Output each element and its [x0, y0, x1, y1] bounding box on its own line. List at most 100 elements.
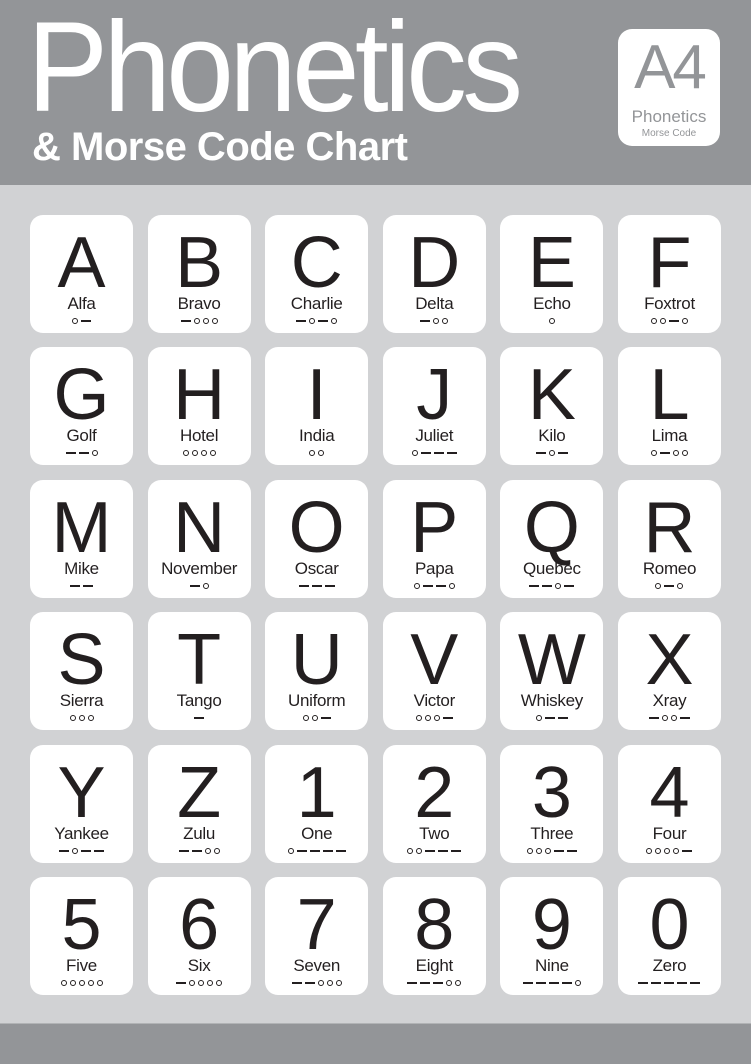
card-codeword: Zulu: [183, 823, 216, 843]
morse-dot-icon: [69, 979, 76, 986]
morse-dot-icon: [677, 582, 684, 589]
morse-dot-icon: [555, 582, 562, 589]
card-character: M: [51, 487, 112, 568]
card-character: U: [290, 620, 343, 701]
card-character: 9: [531, 884, 572, 965]
morse-dot-icon: [202, 582, 209, 589]
morse-dash-icon: [651, 981, 662, 984]
morse-dot-icon: [548, 450, 555, 457]
phonetic-card: J Juliet: [382, 347, 486, 466]
morse-dot-icon: [670, 715, 677, 722]
card-morse-code: [500, 582, 603, 590]
morse-dot-icon: [650, 450, 657, 457]
morse-dot-icon: [681, 318, 688, 324]
morse-dot-icon: [455, 979, 462, 986]
card-morse-code: [265, 847, 368, 855]
card-character: T: [177, 620, 222, 701]
card-morse-code: [383, 317, 486, 325]
morse-dot-icon: [433, 318, 440, 324]
morse-dash-icon: [322, 849, 333, 852]
phonetic-card: D Delta: [382, 215, 486, 333]
morse-dash-icon: [535, 981, 546, 984]
morse-dash-icon: [296, 320, 307, 322]
card-morse-code: [148, 449, 251, 457]
phonetic-card: Y Yankee: [30, 744, 133, 863]
card-character: E: [527, 223, 576, 303]
morse-dash-icon: [542, 584, 553, 587]
morse-dash-icon: [320, 717, 331, 720]
phonetic-card: 4 Four: [617, 744, 721, 863]
phonetic-card: 2 Two: [382, 744, 486, 863]
card-morse-code: [383, 847, 486, 855]
card-morse-code: [618, 582, 721, 590]
morse-dot-icon: [331, 318, 338, 324]
phonetic-card: 6 Six: [147, 876, 251, 995]
phonetic-card: U Uniform: [265, 612, 369, 731]
morse-dash-icon: [438, 849, 449, 852]
morse-dot-icon: [326, 979, 333, 986]
morse-dot-icon: [446, 979, 453, 986]
morse-dash-icon: [668, 320, 679, 322]
header-band: Phonetics & Morse Code Chart A4 Phonetic…: [0, 0, 751, 185]
morse-dash-icon: [420, 981, 431, 984]
card-codeword: Six: [187, 955, 211, 975]
morse-dot-icon: [673, 847, 680, 854]
morse-dash-icon: [679, 717, 690, 720]
card-character: J: [416, 355, 453, 436]
morse-dash-icon: [176, 981, 187, 984]
morse-dot-icon: [424, 715, 431, 722]
phonetic-card: R Romeo: [617, 479, 721, 598]
card-codeword: Sierra: [59, 691, 104, 711]
card-codeword: Five: [66, 955, 97, 975]
morse-dot-icon: [448, 582, 455, 589]
morse-dot-icon: [655, 847, 662, 854]
morse-dash-icon: [548, 981, 559, 984]
card-codeword: Lima: [651, 426, 688, 446]
phonetic-card: T Tango: [147, 612, 251, 731]
card-morse-code: [500, 317, 603, 325]
card-codeword: Seven: [293, 955, 341, 975]
morse-dash-icon: [564, 584, 575, 587]
morse-dash-icon: [433, 452, 444, 455]
morse-dot-icon: [204, 847, 211, 854]
phonetic-card: K Kilo: [500, 347, 604, 466]
morse-dash-icon: [318, 320, 329, 322]
card-morse-code: [618, 714, 721, 722]
card-character: P: [410, 487, 459, 568]
card-codeword: Eight: [415, 955, 454, 975]
card-codeword: Three: [530, 823, 574, 843]
morse-dash-icon: [194, 717, 205, 720]
card-character: 1: [296, 752, 337, 833]
morse-dot-icon: [191, 450, 198, 457]
card-codeword: Mike: [64, 558, 99, 578]
morse-dash-icon: [451, 849, 462, 852]
phonetic-card: N November: [147, 479, 251, 598]
card-morse-code: [618, 449, 721, 457]
morse-dot-icon: [672, 450, 679, 457]
morse-dash-icon: [70, 584, 80, 587]
phonetic-card: 5 Five: [30, 876, 133, 995]
phonetic-card: V Victor: [382, 612, 486, 731]
card-character: 5: [61, 884, 102, 965]
morse-dot-icon: [96, 979, 103, 986]
morse-dash-icon: [189, 584, 200, 587]
card-character: A: [57, 223, 106, 303]
card-codeword: Hotel: [180, 426, 219, 446]
phonetic-card: 1 One: [265, 744, 369, 863]
phonetic-card: X Xray: [617, 612, 721, 731]
phonetic-card: Q Quebec: [500, 479, 604, 598]
card-character: Y: [57, 752, 106, 833]
morse-dot-icon: [200, 450, 207, 457]
morse-dot-icon: [78, 979, 85, 986]
morse-dot-icon: [407, 847, 414, 854]
footer-band: [0, 1023, 751, 1064]
phonetic-card: H Hotel: [147, 347, 251, 466]
morse-dash-icon: [83, 584, 93, 587]
card-codeword: Charlie: [290, 294, 343, 313]
card-morse-code: [500, 449, 603, 457]
card-character: V: [410, 620, 459, 701]
morse-dot-icon: [655, 582, 662, 589]
phonetic-card: S Sierra: [30, 612, 133, 731]
card-morse-code: [148, 979, 251, 987]
morse-dash-icon: [446, 452, 457, 455]
